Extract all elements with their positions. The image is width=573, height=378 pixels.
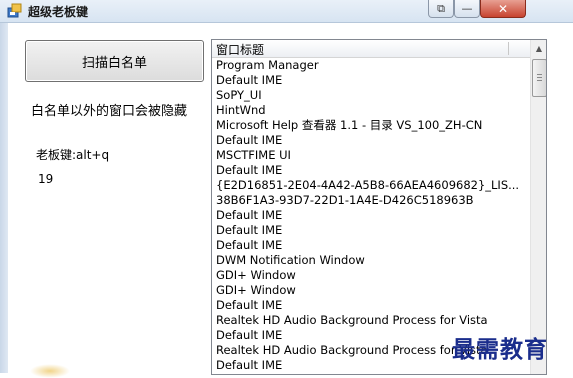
window-frame-left xyxy=(0,23,8,373)
list-item[interactable]: HintWnd xyxy=(212,103,530,118)
watermark-logo: 最需教育 xyxy=(452,336,548,363)
list-item[interactable]: Default IME xyxy=(212,298,530,313)
list-item[interactable]: SoPY_UI xyxy=(212,88,530,103)
scrollbar-thumb[interactable] xyxy=(532,59,546,97)
list-header[interactable]: 窗口标题 xyxy=(212,40,530,58)
list-item[interactable]: GDI+ Window xyxy=(212,268,530,283)
column-header-window-title[interactable]: 窗口标题 xyxy=(216,41,264,58)
list-rows: Program Manager Default IME SoPY_UI HintWnd… xyxy=(212,58,530,373)
restore-button[interactable]: ⧉ xyxy=(428,0,454,18)
window-title-list[interactable]: 窗口标题 Program Manager Default IME SoPY_UI Hi… xyxy=(211,39,547,375)
list-item[interactable]: GDI+ Window xyxy=(212,283,530,298)
scan-whitelist-button[interactable]: 扫描白名单 xyxy=(25,40,204,82)
list-item[interactable]: Realtek HD Audio Background Process for … xyxy=(212,313,530,328)
app-icon xyxy=(7,3,22,18)
list-item[interactable]: Default IME xyxy=(212,238,530,253)
hotkey-label: 老板键:alt+q xyxy=(36,148,110,162)
list-item[interactable]: Default IME xyxy=(212,73,530,88)
scroll-up-arrow-icon[interactable]: ▲ xyxy=(531,40,546,56)
list-item[interactable]: Default IME xyxy=(212,133,530,148)
list-item[interactable]: Program Manager xyxy=(212,58,530,73)
minimize-button[interactable]: — xyxy=(454,0,480,18)
vertical-scrollbar[interactable]: ▲ xyxy=(530,40,546,374)
list-item[interactable]: {E2D16851-2E04-4A42-A5B8-66AEA4609682}_L… xyxy=(212,178,530,193)
whitelist-info-label: 白名单以外的窗口会被隐藏 xyxy=(31,104,188,119)
close-button[interactable]: ✕ xyxy=(480,0,526,18)
list-item[interactable]: Default IME xyxy=(212,163,530,178)
list-item[interactable]: Default IME xyxy=(212,223,530,238)
list-item[interactable]: Microsoft Help 查看器 1.1 - 目录 VS_100_ZH-CN xyxy=(212,118,530,133)
column-divider[interactable] xyxy=(508,42,509,55)
list-item[interactable]: MSCTFIME UI xyxy=(212,148,530,163)
title-bar[interactable]: 超级老板键 ⧉ — ✕ xyxy=(0,0,573,23)
list-item[interactable]: Default IME xyxy=(212,208,530,223)
window-title: 超级老板键 xyxy=(28,5,89,19)
list-item[interactable]: DWM Notification Window xyxy=(212,253,530,268)
window-count-label: 19 xyxy=(38,172,54,186)
decorative-corner xyxy=(30,364,70,378)
list-item[interactable]: 38B6F1A3-93D7-22D1-1A4E-D426C518963B xyxy=(212,193,530,208)
